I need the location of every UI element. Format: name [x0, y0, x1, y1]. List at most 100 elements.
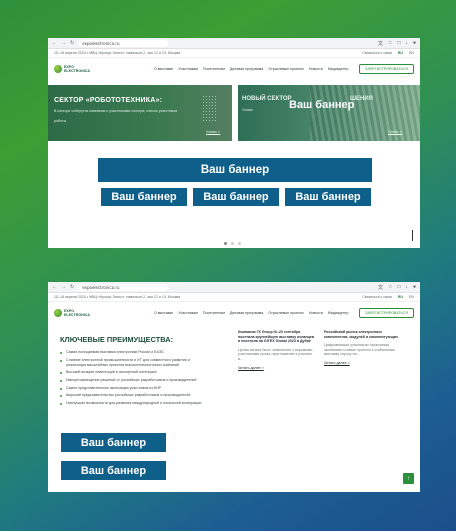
nav-exhibitors[interactable]: Участникам [178, 67, 198, 71]
ad-banner-wide[interactable]: Ваш баннер [98, 158, 372, 182]
news-text: Цифровизация участниках отраслевая эконо… [324, 343, 395, 357]
address-bar[interactable]: expoelectronica.ru [78, 39, 169, 47]
ad-banner-small-1[interactable]: Ваш баннер [101, 188, 187, 206]
read-more-link[interactable]: Читать далее > [238, 366, 316, 370]
contact-link[interactable]: Связаться с нами [362, 295, 392, 299]
hero-left-link[interactable]: Узнать > [206, 130, 220, 134]
star-icon[interactable]: ☆ [388, 284, 392, 291]
news-title: Компания ГК Group №-20 сентября посетила… [238, 330, 315, 344]
ad-banner-left-2[interactable]: Ваш баннер [61, 461, 166, 480]
logo-icon [54, 309, 62, 317]
download-icon[interactable]: ↓ [405, 40, 408, 47]
arrow-left-icon[interactable]: ← [52, 284, 57, 290]
profile-icon[interactable]: ● [413, 284, 416, 291]
read-more-link[interactable]: Читать далее > [324, 361, 402, 365]
download-icon[interactable]: ↓ [405, 284, 408, 291]
event-dates: 15–18 апреля 2024 • МВЦ «Крокус Экспо», … [54, 295, 181, 299]
tab-icon[interactable]: □ [397, 40, 400, 47]
nav-program[interactable]: Деловая программа [230, 67, 263, 71]
hero-slide-left[interactable]: СЕКТОР «РОБОТОТЕХНИКА»: В секторе соберу… [48, 85, 232, 141]
contact-link[interactable]: Связаться с нами [362, 51, 392, 55]
star-icon[interactable]: ☆ [388, 40, 392, 47]
lang-en[interactable]: EN [409, 295, 414, 299]
hero-slider: СЕКТОР «РОБОТОТЕХНИКА»: В секторе соберу… [48, 85, 420, 141]
banner-overlay-text[interactable]: Ваш баннер [289, 99, 354, 111]
nav-projects[interactable]: Отраслевые проекты [268, 67, 304, 71]
nav-visitors[interactable]: Посетителям [203, 311, 225, 315]
main-nav: О выставке Участникам Посетителям Делова… [154, 311, 349, 315]
register-button[interactable]: ЗАРЕГИСТРИРОВАТЬСЯ [359, 64, 414, 74]
reload-icon[interactable]: ↻ [70, 40, 74, 46]
news-card-1[interactable]: Компания ГК Group №-20 сентября посетила… [238, 330, 316, 370]
scroll-up-icon[interactable]: ↑ [403, 473, 414, 484]
advantages-section: КЛЮЧЕВЫЕ ПРЕИМУЩЕСТВА: Самая посещаемая … [48, 324, 420, 484]
nav-about[interactable]: О выставке [154, 67, 173, 71]
translate-icon[interactable]: 文 [378, 40, 383, 47]
hero-right-title: НОВЫЙ СЕКТОР [242, 96, 292, 102]
event-infobar: 15–18 апреля 2024 • МВЦ «Крокус Экспо», … [48, 49, 420, 58]
address-bar[interactable]: expoelectronica.ru [78, 283, 169, 291]
advantages-title: КЛЮЧЕВЫЕ ПРЕИМУЩЕСТВА: [60, 335, 174, 344]
browser-toolbar: ← → ↻ expoelectronica.ru 文 ☆ □ ↓ ● [48, 282, 420, 293]
ad-banner-small-3[interactable]: Ваш баннер [285, 188, 371, 206]
nav-news[interactable]: Новости [309, 311, 323, 315]
nav-media[interactable]: Медиацентр [328, 67, 349, 71]
list-item: Самое представительное экспозиция участн… [60, 386, 210, 391]
hero-left-title: СЕКТОР «РОБОТОТЕХНИКА»: [54, 97, 163, 104]
ad-banner-left-1[interactable]: Ваш баннер [61, 433, 166, 452]
nav-exhibitors[interactable]: Участникам [178, 311, 198, 315]
nav-projects[interactable]: Отраслевые проекты [268, 311, 304, 315]
hero-photo [310, 85, 420, 141]
slider-dot[interactable] [231, 242, 234, 245]
nav-visitors[interactable]: Посетителям [203, 67, 225, 71]
list-item: Слияние электронной промышленности и ИТ … [60, 358, 210, 368]
lang-ru[interactable]: RU [398, 51, 403, 55]
list-item: Высокий возврат инвестиций и экспортный … [60, 370, 210, 375]
nav-news[interactable]: Новости [309, 67, 323, 71]
register-button[interactable]: ЗАРЕГИСТРИРОВАТЬСЯ [359, 308, 414, 318]
site-header: EXPO ELECTRONICA О выставке Участникам П… [48, 302, 420, 324]
lang-en[interactable]: EN [409, 51, 414, 55]
logo-text-2: ELECTRONICA [64, 313, 90, 317]
event-dates: 15–18 апреля 2024 • МВЦ «Крокус Экспо», … [54, 51, 181, 55]
hero-right-link[interactable]: Узнать > [388, 130, 402, 134]
translate-icon[interactable]: 文 [378, 284, 383, 291]
logo-icon [54, 65, 62, 73]
list-item: Импортозамещение решений от российских р… [60, 378, 210, 383]
arrow-right-icon[interactable]: → [61, 284, 66, 290]
slider-dot[interactable] [224, 242, 227, 245]
hero-left-text-2: роботы [54, 119, 67, 123]
dots-pattern [202, 95, 216, 123]
hero-slide-right[interactable]: НОВЫЙ СЕКТОР ШЕНИЯ Узнать Узнать > [238, 85, 420, 141]
nav-about[interactable]: О выставке [154, 311, 173, 315]
site-logo[interactable]: EXPO ELECTRONICA [54, 309, 90, 317]
site-header: EXPO ELECTRONICA О выставке Участникам П… [48, 58, 420, 80]
logo-text-2: ELECTRONICA [64, 69, 90, 73]
profile-icon[interactable]: ● [413, 40, 416, 47]
list-item: Самая посещаемая выставка электроники Ро… [60, 350, 210, 355]
browser-toolbar: ← → ↻ expoelectronica.ru 文 ☆ □ ↓ ● [48, 38, 420, 49]
nav-media[interactable]: Медиацентр [328, 311, 349, 315]
text-cursor [412, 230, 413, 241]
ad-banner-small-2[interactable]: Ваш баннер [193, 188, 279, 206]
nav-program[interactable]: Деловая программа [230, 311, 263, 315]
slider-dot[interactable] [238, 242, 241, 245]
hero-left-text: В секторе соберутся компании с участника… [54, 109, 178, 113]
list-item: Наилучшие возможности для развития между… [60, 401, 210, 406]
tab-icon[interactable]: □ [397, 284, 400, 291]
website-screenshot-top: ← → ↻ expoelectronica.ru 文 ☆ □ ↓ ● 15–18… [48, 38, 420, 248]
slider-dots [224, 242, 241, 245]
news-card-2[interactable]: Российский рынок электронных компонентов… [324, 330, 402, 365]
list-item: Широкий представительство российских раз… [60, 393, 210, 398]
arrow-left-icon[interactable]: ← [52, 40, 57, 46]
news-title: Российский рынок электронных компонентов… [324, 330, 398, 339]
main-nav: О выставке Участникам Посетителям Делова… [154, 67, 349, 71]
arrow-right-icon[interactable]: → [61, 40, 66, 46]
reload-icon[interactable]: ↻ [70, 284, 74, 290]
site-logo[interactable]: EXPO ELECTRONICA [54, 65, 90, 73]
news-text: Целью визита было знакомство с мировыми … [238, 347, 313, 361]
event-infobar: 15–18 апреля 2024 • МВЦ «Крокус Экспо», … [48, 293, 420, 302]
website-screenshot-bottom: ← → ↻ expoelectronica.ru 文 ☆ □ ↓ ● 15–18… [48, 282, 420, 492]
hero-right-text: Узнать [242, 108, 254, 112]
lang-ru[interactable]: RU [398, 295, 403, 299]
